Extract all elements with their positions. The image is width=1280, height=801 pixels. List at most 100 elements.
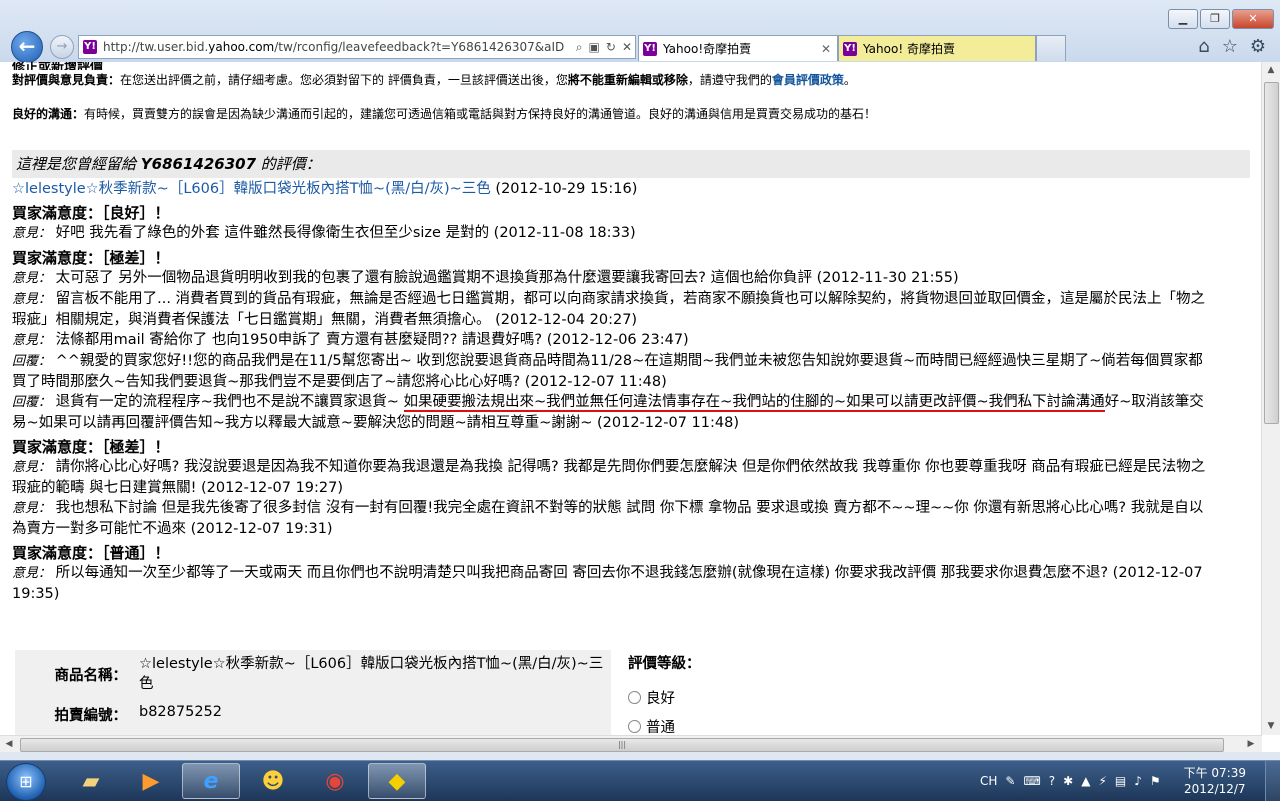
user-id: Y6861426307: [140, 155, 257, 173]
vertical-scrollbar[interactable]: ▲ ▼: [1261, 62, 1280, 735]
tray-settings-icon[interactable]: ✱: [1063, 774, 1073, 788]
notice-communication: 良好的溝通：有時候，買賣雙方的誤會是因為缺少溝通而引起的，建議您可透過信箱或電話…: [12, 106, 1252, 122]
clock[interactable]: 下午 07:39 2012/12/7: [1184, 765, 1246, 797]
entry-text: 請你將心比心好嗎? 我沒說要退是因為我不知道你要為我退還是為我換 記得嗎? 我都…: [12, 459, 1206, 496]
entry-text: 退貨有一定的流程程序~我們也不是說不讓買家退貨~: [55, 394, 404, 410]
home-icon[interactable]: ⌂: [1198, 36, 1209, 57]
tab-label: Yahoo!奇摩拍賣: [663, 42, 752, 56]
show-desktop-button[interactable]: [1265, 761, 1280, 801]
underlined-text: 如果硬要搬法規出來~我們並無任何違法情事存在~我們站的住腳的~如果可以請更改評價…: [403, 394, 1105, 412]
volume-icon[interactable]: ♪: [1134, 774, 1142, 788]
opinion-entry: 意見： 法條都用mail 寄給你了 也向1950申訴了 賣方還有甚麼疑問?? 請…: [12, 330, 1212, 351]
header-text: 這裡是您曾經留給: [16, 155, 141, 173]
opinion-entry: 意見： 留言板不能用了... 消費者買到的貨品有瑕疵，無論是否經過七日鑑賞期，都…: [12, 289, 1212, 330]
radio-label: 普通: [646, 720, 675, 735]
feedback-form-panel: 商品名稱： ☆lelestyle☆秋季新款~［L606］韓版口袋光板內搭T恤~(…: [15, 650, 611, 735]
app-taskbar-button[interactable]: ◆: [368, 763, 426, 799]
search-icon[interactable]: ⌕: [576, 40, 583, 55]
network-icon[interactable]: ▤: [1115, 774, 1126, 788]
system-tray: CH ✎ ⌨ ? ✱ ▲ ⚡ ▤ ♪ ⚑: [980, 761, 1161, 801]
auction-id-label: 拍賣編號：: [54, 708, 128, 724]
action-center-icon[interactable]: ⚑: [1150, 774, 1161, 788]
gear-icon[interactable]: ⚙: [1250, 36, 1266, 57]
folder-icon: ▰: [82, 768, 100, 794]
chrome-taskbar-button[interactable]: ◉: [306, 763, 364, 799]
notice-emphasis: 將不能重新編輯或移除: [567, 73, 688, 87]
rating-section: 評價等級： 良好 普通: [628, 652, 701, 735]
horizontal-scroll-thumb[interactable]: |||: [20, 738, 1224, 752]
entry-text: 留言板不能用了... 消費者買到的貨品有瑕疵，無論是否經過七日鑑賞期，都可以向商…: [12, 291, 1206, 328]
input-language-indicator[interactable]: CH: [980, 774, 997, 788]
show-hidden-icons-icon[interactable]: ▲: [1081, 774, 1090, 788]
page-content: 修正或新增評價 對評價與意見負責：在您送出評價之前，請仔細考慮。您必須對留下的 …: [12, 62, 1252, 735]
pps-taskbar-button[interactable]: ☻: [244, 763, 302, 799]
chrome-icon: ◉: [325, 768, 345, 794]
radio-circle-icon[interactable]: [628, 720, 641, 733]
feedback-thread: ☆lelestyle☆秋季新款~［L606］韓版口袋光板內搭T恤~(黑/白/灰)…: [12, 179, 1212, 604]
feedback-policy-link[interactable]: 會員評價政策: [772, 73, 844, 87]
start-button[interactable]: ⊞: [6, 763, 46, 801]
app-logo-icon: ◆: [388, 768, 406, 794]
tab-yahoo-auction-2[interactable]: Y! Yahoo! 奇摩拍賣: [838, 35, 1036, 61]
notice-label: 對評價與意見負責：: [12, 73, 121, 87]
yahoo-favicon-icon: Y!: [643, 41, 657, 56]
yahoo-favicon-icon: Y!: [83, 40, 97, 54]
opinion-entry: 意見： 我也想私下討論 但是我先後寄了很多封信 沒有一封有回覆!我完全處在資訊不…: [12, 498, 1212, 539]
taskbar: ⊞ ▰ ▶ e ☻ ◉ ◆ CH ✎ ⌨ ? ✱ ▲ ⚡ ▤ ♪ ⚑ 下午 07…: [0, 760, 1280, 801]
notice-text: ，請遵守我們的: [687, 73, 772, 87]
address-bar[interactable]: Y! http://tw.user.bid.yahoo.com/tw/rconf…: [78, 35, 636, 59]
notice-text: 在您送出評價之前，請仔細考慮。您必須對留下的 評價負責，一旦該評價送出後，您: [120, 73, 568, 87]
entry-text: 我也想私下討論 但是我先後寄了很多封信 沒有一封有回覆!我完全處在資訊不對等的狀…: [12, 500, 1204, 537]
product-name-value: ☆lelestyle☆秋季新款~［L606］韓版口袋光板內搭T恤~(黑/白/灰)…: [139, 656, 604, 692]
keyboard-icon[interactable]: ⌨: [1023, 774, 1040, 788]
favorites-star-icon[interactable]: ☆: [1222, 36, 1238, 57]
scroll-up-icon[interactable]: ▲: [1262, 62, 1280, 79]
radio-circle-icon[interactable]: [628, 691, 641, 704]
opinion-label: 意見：: [12, 333, 52, 348]
header-text: 的評價：: [256, 155, 321, 173]
opinion-label: 意見：: [12, 460, 52, 475]
rating-option-normal[interactable]: 普通: [628, 716, 701, 735]
explorer-taskbar-button[interactable]: ▰: [62, 763, 120, 799]
power-icon[interactable]: ⚡: [1098, 774, 1106, 788]
browser-toolbar: ▁ ❐ ✕ ← → Y! http://tw.user.bid.yahoo.co…: [0, 0, 1280, 63]
tab-yahoo-auction-1[interactable]: Y! Yahoo!奇摩拍賣 ✕: [638, 35, 838, 61]
rating-option-good[interactable]: 良好: [628, 687, 701, 708]
entry-text: 法條都用mail 寄給你了 也向1950申訴了 賣方還有甚麼疑問?? 請退費好嗎…: [55, 332, 689, 348]
clock-date: 2012/12/7: [1184, 782, 1246, 796]
opinion-label: 意見：: [12, 566, 52, 581]
auction-id-value: b82875252: [139, 704, 223, 720]
opinion-label: 意見：: [12, 292, 52, 307]
notice-label: 良好的溝通：: [12, 107, 85, 121]
item-time: (2012-10-29 15:16): [490, 181, 638, 197]
close-button[interactable]: ✕: [1232, 9, 1274, 29]
vertical-scroll-thumb[interactable]: [1264, 82, 1279, 424]
address-text[interactable]: http://tw.user.bid.yahoo.com/tw/rconfig/…: [103, 40, 573, 54]
ie-taskbar-button[interactable]: e: [182, 763, 240, 799]
back-button[interactable]: ←: [11, 31, 43, 63]
scroll-right-icon[interactable]: ▶: [1242, 736, 1260, 753]
satisfaction-rating: 買家滿意度：［普通］！: [12, 544, 170, 562]
compat-view-icon[interactable]: ▣: [589, 40, 600, 54]
page-viewport: 修正或新增評價 對評價與意見負責：在您送出評價之前，請仔細考慮。您必須對留下的 …: [0, 62, 1262, 735]
tab-close-icon[interactable]: ✕: [821, 42, 831, 56]
notice-text: 有時候，買賣雙方的誤會是因為缺少溝通而引起的，建議您可透過信箱或電話與對方保持良…: [84, 107, 877, 121]
stop-icon[interactable]: ✕: [622, 40, 632, 54]
satisfaction-rating: 買家滿意度：［極差］！: [12, 438, 170, 456]
reply-label: 回覆：: [12, 354, 52, 369]
opinion-label: 意見：: [12, 501, 52, 516]
horizontal-scrollbar[interactable]: ◀ ||| ▶: [0, 735, 1262, 753]
rating-title: 評價等級：: [628, 656, 701, 672]
reply-label: 回覆：: [12, 395, 52, 410]
help-icon[interactable]: ?: [1049, 774, 1055, 788]
forward-button[interactable]: →: [50, 35, 74, 59]
maximize-button[interactable]: ❐: [1200, 9, 1230, 29]
item-link[interactable]: ☆lelestyle☆秋季新款~［L606］韓版口袋光板內搭T恤~(黑/白/灰)…: [12, 181, 491, 197]
refresh-icon[interactable]: ↻: [606, 40, 616, 54]
new-tab-button[interactable]: [1036, 35, 1066, 61]
media-player-taskbar-button[interactable]: ▶: [122, 763, 180, 799]
minimize-button[interactable]: ▁: [1168, 9, 1198, 29]
scroll-down-icon[interactable]: ▼: [1262, 718, 1280, 735]
scroll-left-icon[interactable]: ◀: [0, 736, 18, 753]
ime-icon[interactable]: ✎: [1005, 774, 1015, 788]
